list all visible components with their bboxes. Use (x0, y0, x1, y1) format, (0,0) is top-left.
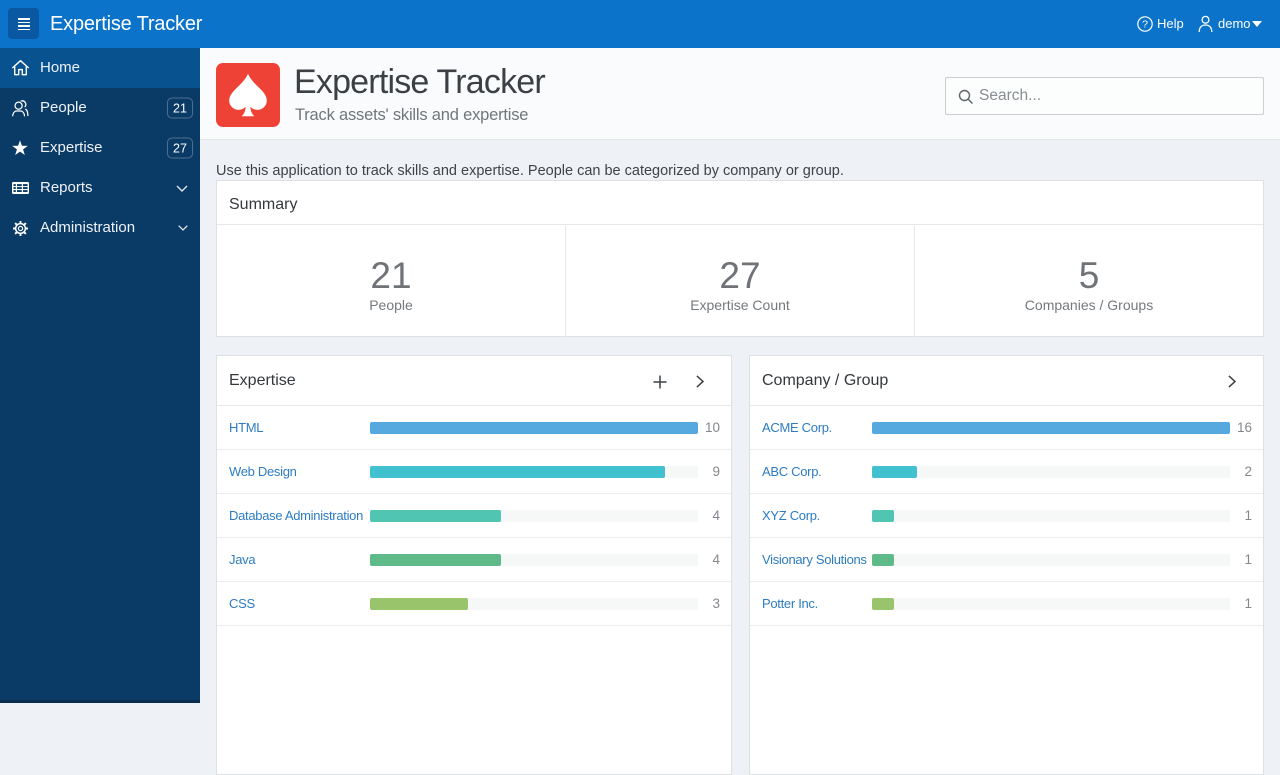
svg-text:?: ? (1142, 19, 1148, 31)
